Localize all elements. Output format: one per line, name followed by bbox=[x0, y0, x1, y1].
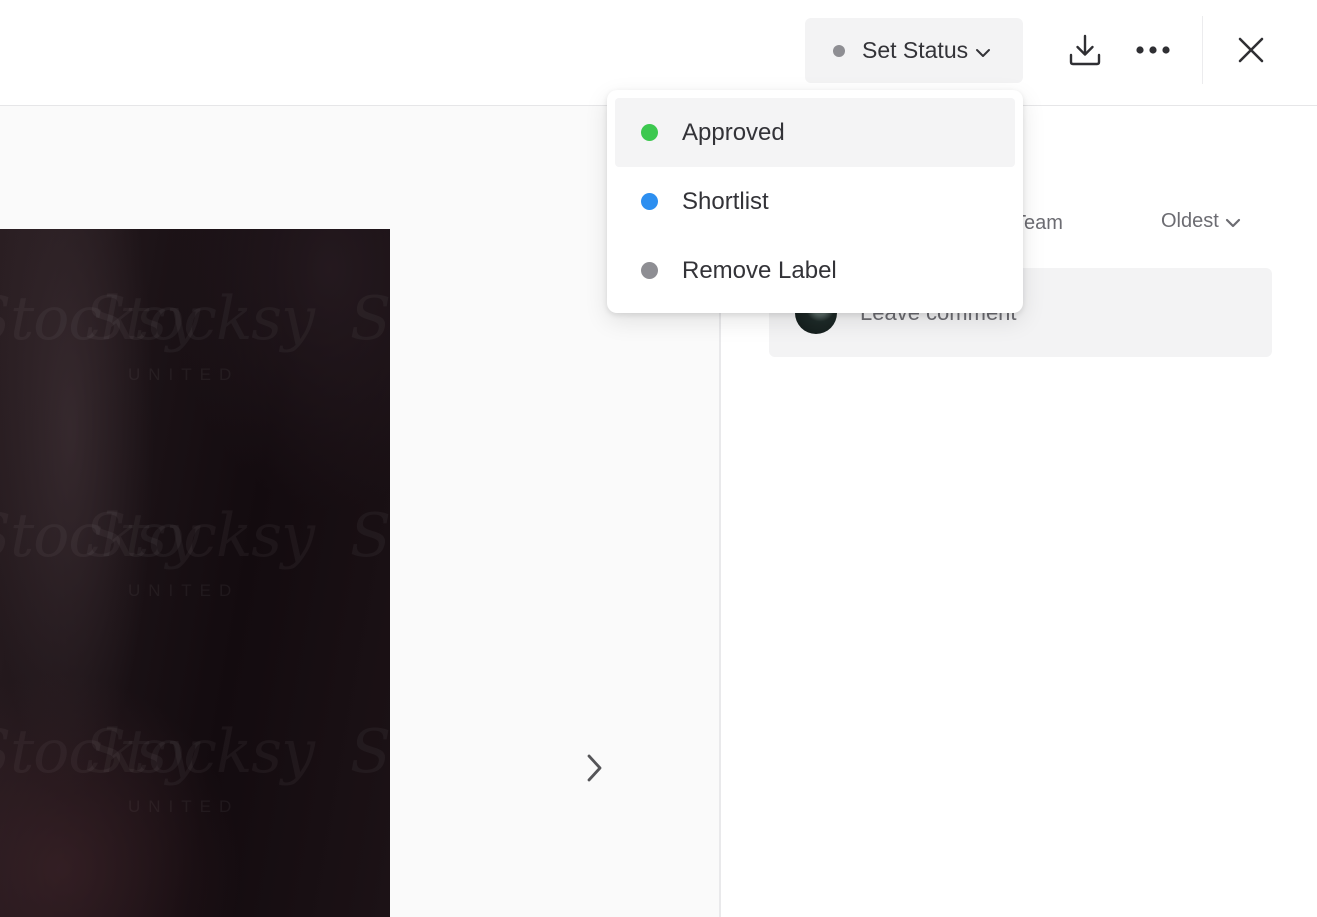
more-horizontal-icon bbox=[1136, 46, 1170, 54]
sort-dropdown[interactable]: Oldest bbox=[1161, 210, 1241, 233]
download-button[interactable] bbox=[1061, 26, 1109, 74]
watermark-sub: UNITED bbox=[128, 581, 240, 600]
status-option-label: Remove Label bbox=[682, 256, 837, 284]
status-dot-approved bbox=[641, 124, 658, 141]
asset-viewer-page: Set Status UNITED UNITED UNITED Team Old… bbox=[0, 0, 1317, 917]
download-icon bbox=[1069, 34, 1101, 66]
set-status-button[interactable]: Set Status bbox=[805, 18, 1023, 83]
set-status-label: Set Status bbox=[862, 37, 969, 63]
watermark: Stocksy bbox=[350, 717, 390, 787]
next-image-button[interactable] bbox=[576, 750, 612, 786]
watermark: Stocksy bbox=[85, 717, 315, 787]
watermark: Stocksy bbox=[350, 284, 390, 354]
status-option-label: Shortlist bbox=[682, 187, 769, 215]
status-dot bbox=[833, 44, 845, 57]
status-option-remove-label[interactable]: Remove Label bbox=[615, 236, 1015, 305]
status-dot-remove bbox=[641, 262, 658, 279]
watermark: Stocksy bbox=[85, 501, 315, 571]
close-icon bbox=[1238, 37, 1264, 63]
watermark-sub: UNITED bbox=[128, 797, 240, 816]
status-option-shortlist[interactable]: Shortlist bbox=[615, 167, 1015, 236]
watermark-sub: UNITED bbox=[128, 365, 240, 384]
close-button[interactable] bbox=[1227, 26, 1275, 74]
chevron-down-icon bbox=[1225, 218, 1240, 227]
toolbar-divider bbox=[1202, 16, 1203, 84]
more-options-button[interactable] bbox=[1129, 26, 1177, 74]
status-dot-shortlist bbox=[641, 193, 658, 210]
watermark: Stocksy bbox=[350, 501, 390, 571]
chevron-right-icon bbox=[587, 754, 602, 782]
sort-label: Oldest bbox=[1161, 210, 1219, 232]
status-option-approved[interactable]: Approved bbox=[615, 98, 1015, 167]
status-dropdown-menu: Approved Shortlist Remove Label bbox=[607, 90, 1023, 313]
status-option-label: Approved bbox=[682, 118, 785, 146]
preview-image: Stocksy Stocksy Stocksy UNITED Stocksy S… bbox=[0, 229, 390, 917]
watermark: Stocksy bbox=[85, 284, 315, 354]
chevron-down-icon bbox=[976, 48, 991, 57]
